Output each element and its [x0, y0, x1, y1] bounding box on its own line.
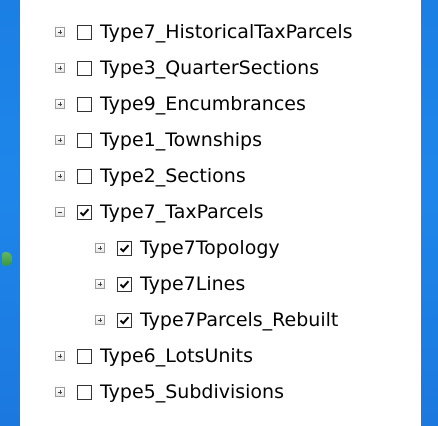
layer-tree-item[interactable]: Type7_TaxParcels [20, 194, 421, 230]
layer-visibility-checkbox[interactable] [77, 384, 92, 400]
layer-name-label: Type3_QuarterSections [100, 57, 320, 79]
layer-name-label: Type7_HistoricalTaxParcels [100, 21, 353, 43]
checkmark-icon [79, 208, 90, 217]
expand-icon[interactable] [95, 315, 105, 325]
layer-visibility-checkbox[interactable] [117, 240, 132, 256]
layer-tree-item[interactable]: Type2_Sections [20, 158, 421, 194]
layer-name-label: Type5_Subdivisions [100, 381, 284, 403]
layer-tree-item[interactable]: Type7Lines [20, 266, 421, 302]
layer-name-label: Type7Parcels_Rebuilt [140, 309, 339, 331]
layer-tree-item[interactable]: Type6_LotsUnits [20, 338, 421, 374]
expand-icon[interactable] [55, 351, 65, 361]
collapse-icon[interactable] [55, 207, 65, 217]
expand-icon[interactable] [55, 27, 65, 37]
desktop-background: Type7_HistoricalTaxParcels Type3_QuarterS… [0, 0, 438, 426]
layer-tree-item[interactable]: Type1_Townships [20, 122, 421, 158]
expand-icon[interactable] [95, 243, 105, 253]
layer-visibility-checkbox[interactable] [77, 168, 92, 184]
expand-icon[interactable] [55, 387, 65, 397]
layer-visibility-checkbox[interactable] [77, 348, 92, 364]
layer-tree-item[interactable]: Type7_HistoricalTaxParcels [20, 14, 421, 50]
expand-icon[interactable] [55, 63, 65, 73]
expand-icon[interactable] [95, 279, 105, 289]
expand-icon[interactable] [55, 171, 65, 181]
layer-name-label: Type1_Townships [100, 129, 262, 151]
layer-tree-item[interactable]: Type7Parcels_Rebuilt [20, 302, 421, 338]
partial-icon [2, 252, 12, 266]
layer-name-label: Type7Topology [140, 237, 280, 259]
checkmark-icon [119, 244, 130, 253]
layer-visibility-checkbox[interactable] [77, 204, 92, 220]
expand-icon[interactable] [55, 135, 65, 145]
layer-visibility-checkbox[interactable] [77, 24, 92, 40]
layer-name-label: Type9_Encumbrances [100, 93, 306, 115]
layer-tree-item[interactable]: Type9_Encumbrances [20, 86, 421, 122]
layer-visibility-checkbox[interactable] [77, 60, 92, 76]
layer-name-label: Type6_LotsUnits [100, 345, 254, 367]
layer-name-label: Type7_TaxParcels [100, 201, 264, 223]
checkmark-icon [119, 316, 130, 325]
layer-tree-item[interactable]: Type7Topology [20, 230, 421, 266]
layer-visibility-checkbox[interactable] [77, 96, 92, 112]
layer-visibility-checkbox[interactable] [77, 132, 92, 148]
layer-tree-item[interactable]: Type5_Subdivisions [20, 374, 421, 410]
layer-name-label: Type7Lines [140, 273, 246, 295]
checkmark-icon [119, 280, 130, 289]
layer-name-label: Type2_Sections [100, 165, 246, 187]
layer-visibility-checkbox[interactable] [117, 312, 132, 328]
table-of-contents-panel: Type7_HistoricalTaxParcels Type3_QuarterS… [20, 0, 421, 426]
layer-tree-item[interactable]: Type3_QuarterSections [20, 50, 421, 86]
expand-icon[interactable] [55, 99, 65, 109]
layer-visibility-checkbox[interactable] [117, 276, 132, 292]
